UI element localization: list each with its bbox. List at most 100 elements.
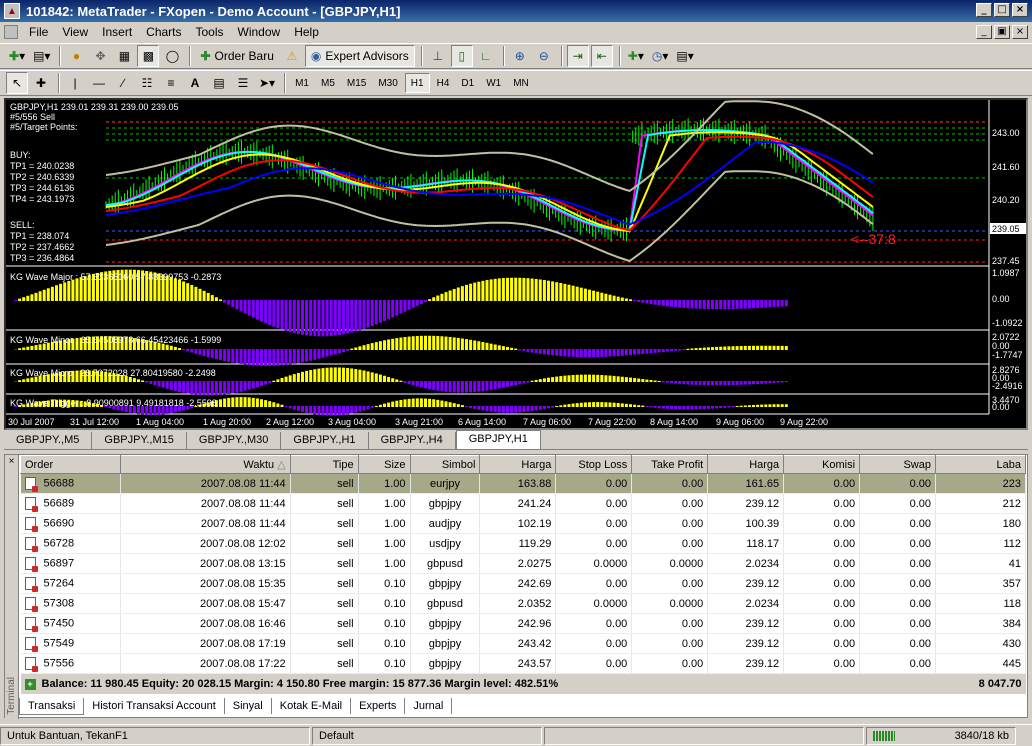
chart-tab[interactable]: GBPJPY.,H4: [369, 432, 456, 449]
candlestick-chart-icon[interactable]: ▯: [450, 45, 473, 67]
fibonacci-icon[interactable]: ≡: [160, 72, 182, 94]
periods-icon[interactable]: ◷ ▾: [649, 45, 672, 67]
trade-row[interactable]: 57556 2007.08.08 17:22 sell 0.10 gbpjpy 243.5…: [20, 653, 1026, 674]
col-price[interactable]: Harga: [479, 455, 557, 474]
zoom-in-icon[interactable]: ⊕: [509, 45, 531, 67]
menu-help[interactable]: Help: [287, 25, 326, 39]
tab-trade[interactable]: Transaksi: [19, 697, 85, 715]
data-window-icon[interactable]: ▦: [113, 45, 135, 67]
col-size[interactable]: Size: [357, 455, 411, 474]
histogram-bar: [588, 402, 591, 407]
timeframe-h4[interactable]: H4: [432, 73, 455, 93]
chart-tab-active[interactable]: GBPJPY,H1: [455, 430, 541, 449]
minimize-button[interactable]: _: [976, 3, 992, 17]
timeframe-mn[interactable]: MN: [508, 73, 534, 93]
chart-window[interactable]: GBPJPY,H1 239.01 239.31 239.00 239.05 #5…: [4, 98, 1028, 430]
auto-scroll-icon[interactable]: ⇥: [566, 45, 589, 67]
timeframe-m30[interactable]: M30: [373, 73, 402, 93]
fibo-fan-icon[interactable]: ☰: [232, 72, 254, 94]
menu-charts[interactable]: Charts: [139, 25, 188, 39]
histogram-bar: [419, 398, 423, 407]
indicators-icon[interactable]: ✚ ▾: [625, 45, 647, 67]
menu-window[interactable]: Window: [231, 25, 288, 39]
timeframe-d1[interactable]: D1: [456, 73, 479, 93]
col-symbol[interactable]: Simbol: [409, 455, 481, 474]
trade-row[interactable]: 56897 2007.08.08 13:15 sell 1.00 gbpusd 2.027…: [20, 553, 1026, 574]
histogram-bar: [776, 381, 780, 383]
line-chart-icon[interactable]: ∟: [475, 45, 497, 67]
trade-row[interactable]: 57549 2007.08.08 17:19 sell 0.10 gbpjpy 243.4…: [20, 633, 1026, 654]
crosshair-icon[interactable]: ✚: [30, 72, 52, 94]
trade-row[interactable]: 57308 2007.08.08 15:47 sell 0.10 gbpusd 2.035…: [20, 593, 1026, 614]
cursor-icon[interactable]: ↖: [6, 72, 28, 94]
trade-row[interactable]: 56689 2007.08.08 11:44 sell 1.00 gbpjpy 241.2…: [20, 493, 1026, 514]
col-swap[interactable]: Swap: [859, 455, 936, 474]
histogram-bar: [46, 288, 50, 301]
templates-icon[interactable]: ▤▾: [673, 45, 696, 67]
chart-tab[interactable]: GBPJPY.,M15: [92, 432, 187, 449]
mdi-restore-button[interactable]: ▣: [994, 25, 1010, 39]
col-time[interactable]: Waktu △: [119, 455, 291, 474]
terminal-close-icon[interactable]: ×: [5, 456, 18, 467]
timeframe-m5[interactable]: M5: [316, 73, 340, 93]
zoom-out-icon[interactable]: ⊖: [533, 45, 555, 67]
histogram-bar: [38, 344, 42, 350]
price-chart[interactable]: GBPJPY,H1 239.01 239.31 239.00 239.05 #5…: [6, 100, 1026, 428]
chart-tab[interactable]: GBPJPY.,M30: [187, 432, 282, 449]
tab-mailbox[interactable]: Kotak E-Mail: [272, 698, 352, 714]
col-type[interactable]: Tipe: [289, 455, 359, 474]
timeframe-h1[interactable]: H1: [404, 73, 430, 93]
mdi-minimize-button[interactable]: _: [976, 25, 992, 39]
maximize-button[interactable]: □: [994, 3, 1010, 17]
tab-experts[interactable]: Experts: [351, 698, 406, 714]
new-chart-icon[interactable]: ✚ ▾: [6, 45, 28, 67]
trade-row[interactable]: 56728 2007.08.08 12:02 sell 1.00 usdjpy 119.2…: [20, 533, 1026, 554]
chart-tab[interactable]: GBPJPY.,H1: [281, 432, 369, 449]
menu-file[interactable]: File: [22, 25, 55, 39]
vertical-line-icon[interactable]: |: [64, 72, 86, 94]
mdi-close-button[interactable]: ×: [1012, 25, 1028, 39]
arrows-icon[interactable]: ➤▾: [256, 72, 278, 94]
cell-commission: 0.00: [783, 573, 861, 594]
col-current-price[interactable]: Harga: [707, 455, 785, 474]
market-watch-icon[interactable]: ●: [65, 45, 87, 67]
new-order-button[interactable]: ✚ Order Baru: [195, 45, 278, 67]
col-commission[interactable]: Komisi: [783, 455, 861, 474]
trendline-icon[interactable]: ∕: [112, 72, 134, 94]
profiles-icon[interactable]: ▤▾: [30, 45, 53, 67]
trade-row[interactable]: 56688 2007.08.08 11:44 sell 1.00 eurjpy 163.8…: [20, 473, 1026, 494]
close-button[interactable]: ×: [1012, 3, 1028, 17]
trade-row[interactable]: 57264 2007.08.08 15:35 sell 0.10 gbpjpy 242.6…: [20, 573, 1026, 594]
timeframe-w1[interactable]: W1: [481, 73, 506, 93]
horizontal-line-icon[interactable]: —: [88, 72, 110, 94]
text-label-icon[interactable]: ▤: [208, 72, 230, 94]
tester-icon[interactable]: ◯: [161, 45, 183, 67]
col-stop-loss[interactable]: Stop Loss: [555, 455, 633, 474]
expert-advisors-button[interactable]: ◉ Expert Advisors: [304, 45, 415, 67]
menu-insert[interactable]: Insert: [95, 25, 139, 39]
text-icon[interactable]: A: [184, 72, 206, 94]
tab-account-history[interactable]: Histori Transaksi Account: [84, 698, 225, 714]
bar-chart-icon[interactable]: ⊥: [427, 45, 449, 67]
chart-tab[interactable]: GBPJPY.,M5: [4, 432, 93, 449]
col-order[interactable]: Order: [20, 455, 121, 474]
timeframe-m15[interactable]: M15: [342, 73, 371, 93]
menu-view[interactable]: View: [55, 25, 95, 39]
col-take-profit[interactable]: Take Profit: [631, 455, 709, 474]
navigator-icon[interactable]: ✥: [89, 45, 111, 67]
warning-icon[interactable]: ⚠: [281, 45, 303, 67]
tab-signals[interactable]: Sinyal: [225, 698, 272, 714]
trade-row[interactable]: 56690 2007.08.08 11:44 sell 1.00 audjpy 102.1…: [20, 513, 1026, 534]
terminal-icon[interactable]: ▩: [137, 45, 160, 67]
timeframe-m1[interactable]: M1: [290, 73, 314, 93]
mdi-chart-icon[interactable]: [4, 25, 18, 39]
col-profit[interactable]: Laba: [935, 455, 1026, 474]
trade-row[interactable]: 57450 2007.08.08 16:46 sell 0.10 gbpjpy 242.9…: [20, 613, 1026, 634]
histogram-bar: [415, 381, 419, 387]
tab-journal[interactable]: Jurnal: [405, 698, 453, 714]
chart-shift-icon[interactable]: ⇤: [590, 45, 613, 67]
equidistant-channel-icon[interactable]: ☷: [136, 72, 158, 94]
menu-tools[interactable]: Tools: [189, 25, 231, 39]
cell-commission: 0.00: [783, 613, 861, 634]
cell-swap: 0.00: [859, 613, 936, 634]
